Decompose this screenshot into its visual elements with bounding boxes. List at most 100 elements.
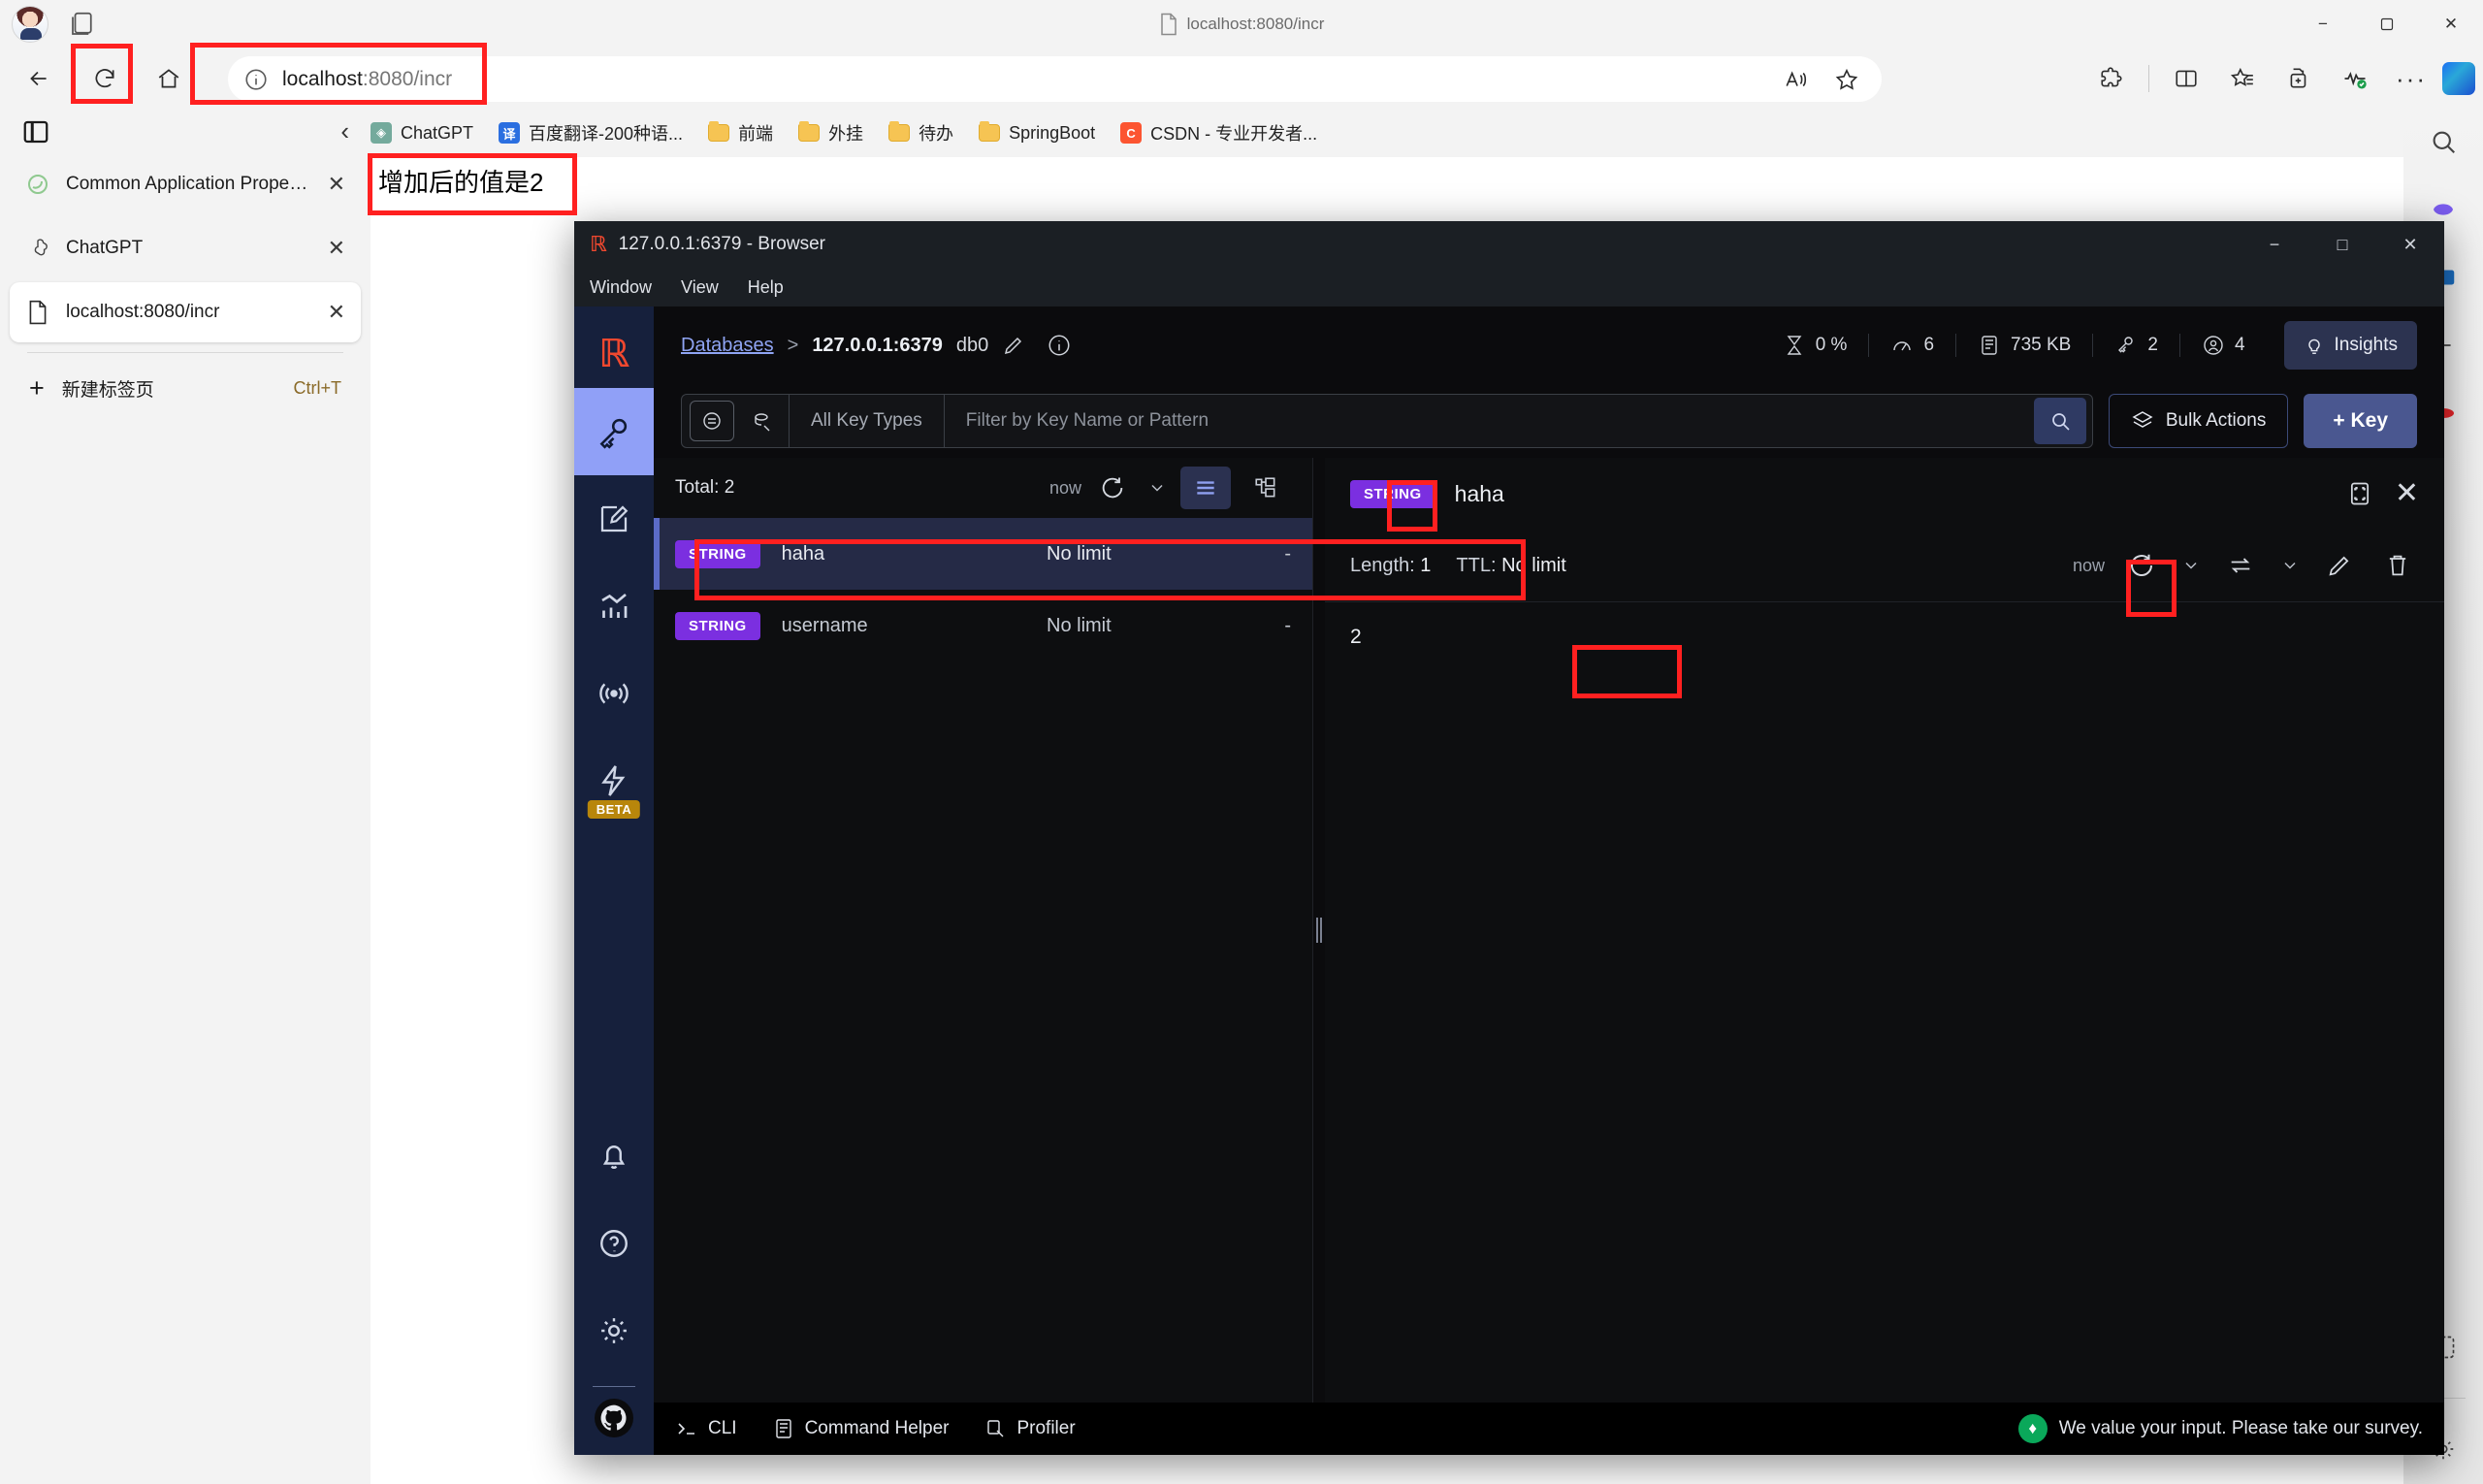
address-bar[interactable]: localhost:8080/incr	[228, 56, 1882, 102]
add-tab-group-icon[interactable]	[2273, 53, 2324, 104]
fullscreen-button[interactable]	[2346, 480, 2373, 507]
tree-view-button[interactable]	[1241, 467, 1291, 509]
redis-minimize-button[interactable]: −	[2241, 221, 2308, 268]
collections-icon[interactable]	[2217, 53, 2268, 104]
more-options-button[interactable]: ···	[2386, 53, 2436, 104]
vertical-tab-sidebar: ‹ Common Application Properties ✕ ChatGP…	[0, 109, 371, 1484]
breadcrumb-databases-link[interactable]: Databases	[681, 335, 774, 357]
back-button[interactable]	[14, 53, 64, 104]
bookmark-folder-plugins[interactable]: 外挂	[798, 120, 863, 145]
refresh-button[interactable]	[80, 53, 130, 104]
insights-button[interactable]: Insights	[2283, 321, 2417, 370]
command-helper-button[interactable]: Command Helper	[772, 1417, 949, 1440]
redis-maximize-button[interactable]: □	[2308, 221, 2376, 268]
breadcrumb-instance-name: 127.0.0.1:6379	[812, 334, 943, 356]
sidebar-tab-localhost-incr[interactable]: localhost:8080/incr ✕	[10, 282, 361, 342]
home-button[interactable]	[144, 53, 194, 104]
close-tab-button[interactable]: ✕	[328, 236, 345, 261]
read-aloud-icon[interactable]	[1771, 54, 1822, 105]
favorite-star-icon[interactable]	[1822, 54, 1872, 105]
bookmark-chatgpt[interactable]: ◈ ChatGPT	[371, 122, 473, 144]
key-pattern-input[interactable]: Filter by Key Name or Pattern	[945, 410, 2034, 432]
chevron-down-icon[interactable]	[2277, 546, 2303, 585]
collapse-sidebar-button[interactable]: ‹	[340, 116, 349, 146]
key-list-refresh-button[interactable]	[1091, 468, 1134, 507]
stat-total-keys[interactable]: 2	[2092, 334, 2179, 357]
add-key-button[interactable]: + Key	[2304, 394, 2417, 448]
minimize-button[interactable]: −	[2291, 0, 2355, 48]
folder-icon	[979, 121, 1001, 142]
cli-button[interactable]: CLI	[675, 1417, 737, 1440]
sidebar-tab-common-application-properties[interactable]: Common Application Properties ✕	[10, 154, 361, 214]
table-row[interactable]: STRING username No limit -	[654, 590, 1312, 661]
redis-close-button[interactable]: ✕	[2376, 221, 2444, 268]
close-details-button[interactable]: ✕	[2395, 479, 2419, 508]
extensions-icon[interactable]	[2086, 53, 2137, 104]
github-icon[interactable]	[595, 1399, 633, 1437]
panel-splitter[interactable]	[1313, 458, 1325, 1403]
bookmark-folder-springboot[interactable]: SpringBoot	[979, 121, 1095, 144]
close-tab-button[interactable]: ✕	[328, 300, 345, 325]
key-type-filter-label[interactable]: All Key Types	[790, 410, 944, 432]
new-tab-button[interactable]: + 新建标签页 Ctrl+T	[0, 363, 371, 413]
book-icon	[775, 1419, 791, 1438]
vertical-tabs-icon[interactable]	[21, 117, 50, 146]
nav-browser[interactable]	[574, 388, 654, 475]
site-info-icon[interactable]	[243, 67, 269, 92]
browser-essentials-icon[interactable]	[2330, 53, 2380, 104]
sidebar-tab-label: localhost:8080/incr	[66, 302, 220, 322]
redisearch-icon[interactable]	[734, 395, 789, 447]
stat-commands-per-second[interactable]: 6	[1868, 334, 1955, 357]
gear-icon	[601, 1318, 627, 1343]
menu-help[interactable]: Help	[748, 277, 784, 298]
nav-workbench[interactable]	[574, 475, 654, 563]
format-switch-icon[interactable]	[2219, 546, 2262, 585]
delete-key-button[interactable]	[2376, 546, 2419, 585]
stat-connected-clients[interactable]: 4	[2178, 334, 2267, 357]
nav-triggers-and-functions[interactable]: BETA	[574, 737, 654, 824]
redis-window-title: 127.0.0.1:6379 - Browser	[618, 234, 825, 254]
profiler-button[interactable]: Profiler	[984, 1417, 1076, 1440]
key-value-content[interactable]: 2	[1325, 602, 2444, 672]
info-circle-icon[interactable]	[1047, 333, 1072, 358]
close-tab-button[interactable]: ✕	[328, 172, 345, 197]
sidebar-tab-chatgpt[interactable]: ChatGPT ✕	[10, 218, 361, 278]
search-icon[interactable]	[2033, 398, 2086, 444]
bulk-actions-label: Bulk Actions	[2165, 410, 2267, 431]
nav-help[interactable]	[574, 1200, 654, 1287]
close-button[interactable]: ✕	[2419, 0, 2483, 48]
split-screen-icon[interactable]	[2161, 53, 2211, 104]
folder-icon	[888, 121, 911, 142]
menu-view[interactable]: View	[681, 277, 719, 298]
bookmark-folder-todo[interactable]: 待办	[888, 120, 953, 145]
bookmark-csdn[interactable]: C CSDN - 专业开发者...	[1120, 120, 1317, 145]
redis-window-controls: − □ ✕	[2241, 221, 2444, 268]
chevron-down-icon[interactable]	[2178, 546, 2204, 585]
bookmark-baidu-translate[interactable]: 译 百度翻译-200种语...	[499, 120, 683, 145]
baidu-translate-icon: 译	[499, 122, 521, 144]
bulk-actions-button[interactable]: Bulk Actions	[2108, 394, 2289, 448]
details-refresh-button[interactable]	[2120, 546, 2163, 585]
search-icon[interactable]	[2426, 124, 2461, 159]
menu-window[interactable]: Window	[590, 277, 652, 298]
copilot-icon[interactable]	[2442, 62, 2475, 95]
nav-pub-sub[interactable]	[574, 650, 654, 737]
table-row[interactable]: STRING haha No limit -	[654, 518, 1312, 590]
ttl-label-group: TTL: No limit	[1456, 555, 1565, 577]
nav-analysis-tools[interactable]	[574, 563, 654, 650]
nav-notifications[interactable]	[574, 1113, 654, 1200]
chevron-down-icon[interactable]	[1144, 468, 1171, 507]
list-view-button[interactable]	[1180, 467, 1231, 509]
rail-divider	[593, 1386, 635, 1387]
key-ttl: No limit	[1047, 542, 1112, 565]
stat-memory[interactable]: 735 KB	[1955, 334, 2092, 357]
address-bar-text: localhost:8080/incr	[282, 68, 452, 91]
bookmark-folder-frontend[interactable]: 前端	[708, 120, 773, 145]
nav-settings[interactable]	[574, 1287, 654, 1374]
stat-cpu[interactable]: 0 %	[1761, 334, 1869, 357]
survey-banner[interactable]: ♦ We value your input. Please take our s…	[2017, 1414, 2423, 1443]
edit-value-button[interactable]	[2318, 546, 2361, 585]
pencil-icon[interactable]	[1002, 334, 1025, 357]
filter-icon[interactable]	[690, 401, 734, 441]
maximize-button[interactable]	[2355, 0, 2419, 48]
